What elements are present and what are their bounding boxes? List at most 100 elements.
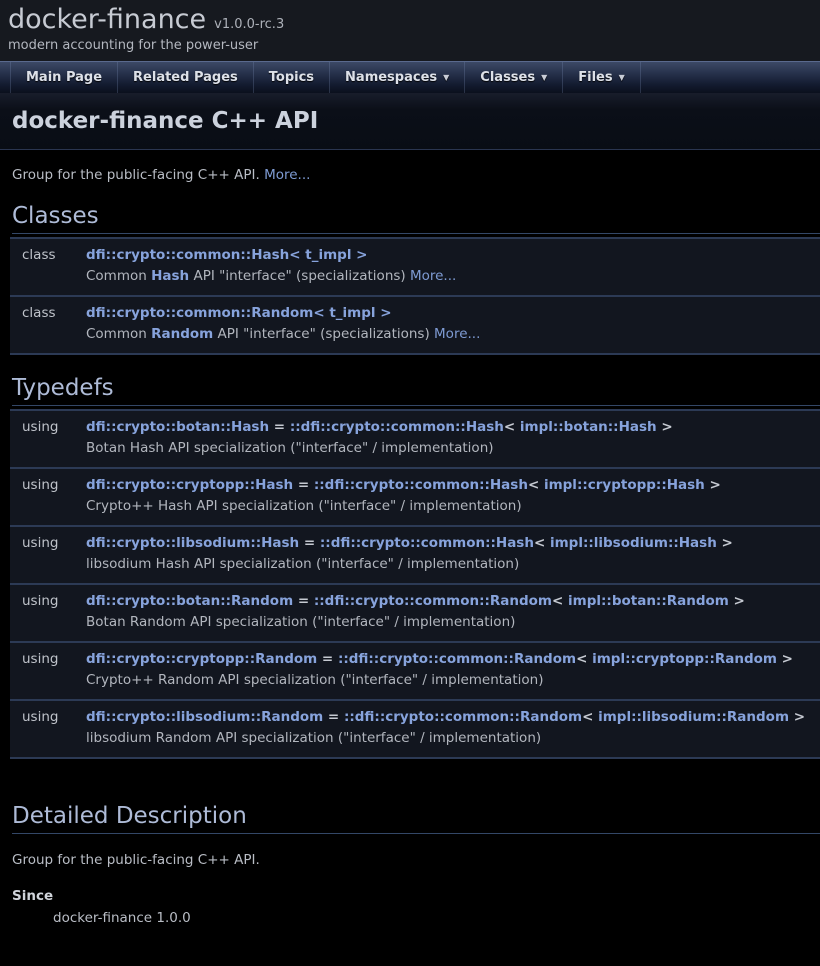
code-text: = — [269, 419, 290, 435]
code-link[interactable]: Hash — [151, 268, 189, 284]
nav-tab-label: Files — [578, 70, 612, 85]
code-link[interactable]: impl::botan::Random — [568, 593, 729, 609]
nav-tab-classes[interactable]: Classes ▼ — [464, 62, 562, 93]
member-description: Common Hash API "interface" (specializat… — [86, 266, 812, 287]
code-text: < — [552, 593, 568, 609]
nav-tab-topics[interactable]: Topics — [253, 62, 329, 93]
member-row: classdfi::crypto::common::Random< t_impl… — [10, 297, 820, 355]
member-row: usingdfi::crypto::cryptopp::Hash = ::dfi… — [10, 469, 820, 527]
member-signature: dfi::crypto::cryptopp::Random = ::dfi::c… — [86, 648, 812, 670]
member-description: Crypto++ Random API specialization ("int… — [86, 670, 812, 691]
classes-table: classdfi::crypto::common::Hash< t_impl >… — [10, 237, 820, 355]
member-description: libsodium Random API specialization ("in… — [86, 728, 812, 749]
member-row: usingdfi::crypto::libsodium::Random = ::… — [10, 701, 820, 759]
title-area: docker-financev1.0.0-rc.3 modern account… — [0, 0, 820, 61]
nav-tab-label: Main Page — [26, 70, 102, 85]
member-kind: class — [10, 302, 86, 324]
code-link[interactable]: ::dfi::crypto::common::Random — [338, 651, 576, 667]
member-kind: using — [10, 416, 86, 438]
code-link[interactable]: dfi::crypto::botan::Hash — [86, 419, 269, 435]
code-link[interactable]: ::dfi::crypto::common::Hash — [290, 419, 504, 435]
member-kind: class — [10, 244, 86, 266]
summary-text: Group for the public-facing C++ API. — [12, 167, 264, 183]
code-text: Botan Hash API specialization ("interfac… — [86, 440, 494, 456]
code-link[interactable]: impl::libsodium::Random — [598, 709, 789, 725]
member-signature: dfi::crypto::common::Random< t_impl > — [86, 302, 812, 324]
code-link[interactable]: dfi::crypto::common::Random< t_impl > — [86, 305, 392, 321]
member-signature: dfi::crypto::libsodium::Random = ::dfi::… — [86, 706, 812, 728]
code-text: < — [582, 709, 598, 725]
page-header: docker-finance C++ API — [0, 93, 820, 150]
code-link[interactable]: dfi::crypto::botan::Random — [86, 593, 293, 609]
code-text: = — [317, 651, 338, 667]
project-name-line: docker-financev1.0.0-rc.3 — [8, 4, 820, 36]
code-link[interactable]: dfi::crypto::common::Hash< t_impl > — [86, 247, 367, 263]
chevron-down-icon: ▼ — [443, 73, 449, 82]
project-version: v1.0.0-rc.3 — [214, 17, 284, 32]
code-text: > — [729, 593, 745, 609]
code-link[interactable]: ::dfi::crypto::common::Random — [314, 593, 552, 609]
member-row: usingdfi::crypto::libsodium::Hash = ::df… — [10, 527, 820, 585]
nav-tab-files[interactable]: Files ▼ — [562, 62, 641, 93]
code-text: libsodium Random API specialization ("in… — [86, 730, 541, 746]
member-row: usingdfi::crypto::cryptopp::Random = ::d… — [10, 643, 820, 701]
section-heading-classes: Classes — [12, 203, 820, 234]
code-link[interactable]: Random — [151, 326, 213, 342]
code-text: API "interface" (specializations) — [189, 268, 410, 284]
code-text: = — [299, 535, 320, 551]
code-link[interactable]: impl::cryptopp::Random — [592, 651, 777, 667]
main-nav: Main PageRelated PagesTopicsNamespaces▼C… — [0, 61, 820, 93]
chevron-down-icon: ▼ — [541, 73, 547, 82]
more-link[interactable]: More... — [410, 268, 456, 284]
code-text: > — [717, 535, 733, 551]
code-link[interactable]: impl::botan::Hash — [520, 419, 657, 435]
code-link[interactable]: ::dfi::crypto::common::Random — [344, 709, 582, 725]
code-link[interactable]: impl::cryptopp::Hash — [544, 477, 705, 493]
code-link[interactable]: dfi::crypto::libsodium::Random — [86, 709, 323, 725]
code-link[interactable]: dfi::crypto::libsodium::Hash — [86, 535, 299, 551]
member-kind: using — [10, 590, 86, 612]
more-link[interactable]: More... — [434, 326, 480, 342]
member-row: usingdfi::crypto::botan::Random = ::dfi:… — [10, 585, 820, 643]
code-text: < — [576, 651, 592, 667]
code-text: Common — [86, 326, 151, 342]
typedefs-table: usingdfi::crypto::botan::Hash = ::dfi::c… — [10, 409, 820, 759]
code-link[interactable]: ::dfi::crypto::common::Hash — [314, 477, 528, 493]
code-link[interactable]: ::dfi::crypto::common::Hash — [320, 535, 534, 551]
code-text: > — [705, 477, 721, 493]
code-text: < — [534, 535, 550, 551]
code-text: = — [293, 593, 314, 609]
since-value: docker-finance 1.0.0 — [53, 910, 820, 926]
member-kind: using — [10, 532, 86, 554]
more-link[interactable]: More... — [264, 167, 310, 183]
page-title: docker-finance C++ API — [12, 108, 808, 135]
chevron-down-icon: ▼ — [619, 73, 625, 82]
code-link[interactable]: impl::libsodium::Hash — [550, 535, 717, 551]
code-text: Botan Random API specialization ("interf… — [86, 614, 515, 630]
project-brief: modern accounting for the power-user — [8, 36, 820, 59]
member-signature: dfi::crypto::cryptopp::Hash = ::dfi::cry… — [86, 474, 812, 496]
section-heading-typedefs: Typedefs — [12, 375, 820, 406]
contents: Group for the public-facing C++ API. Mor… — [0, 167, 820, 966]
member-description: Botan Random API specialization ("interf… — [86, 612, 812, 633]
member-description: Crypto++ Hash API specialization ("inter… — [86, 496, 812, 517]
nav-tab-related-pages[interactable]: Related Pages — [117, 62, 253, 93]
nav-tab-label: Classes — [480, 70, 535, 85]
member-description: Botan Hash API specialization ("interfac… — [86, 438, 812, 459]
code-link[interactable]: dfi::crypto::cryptopp::Hash — [86, 477, 293, 493]
code-text: Crypto++ Random API specialization ("int… — [86, 672, 543, 688]
member-description: libsodium Hash API specialization ("inte… — [86, 554, 812, 575]
code-text: Common — [86, 268, 151, 284]
detailed-description-text: Group for the public-facing C++ API. — [12, 852, 820, 868]
code-text: Crypto++ Hash API specialization ("inter… — [86, 498, 522, 514]
code-text: > — [657, 419, 673, 435]
code-text: < — [504, 419, 520, 435]
section-heading-detailed-description: Detailed Description — [12, 803, 820, 834]
member-row: classdfi::crypto::common::Hash< t_impl >… — [10, 237, 820, 297]
code-text: > — [789, 709, 805, 725]
code-link[interactable]: dfi::crypto::cryptopp::Random — [86, 651, 317, 667]
member-kind: using — [10, 648, 86, 670]
nav-tab-main-page[interactable]: Main Page — [10, 62, 117, 93]
nav-tab-namespaces[interactable]: Namespaces▼ — [329, 62, 464, 93]
code-text: = — [323, 709, 344, 725]
